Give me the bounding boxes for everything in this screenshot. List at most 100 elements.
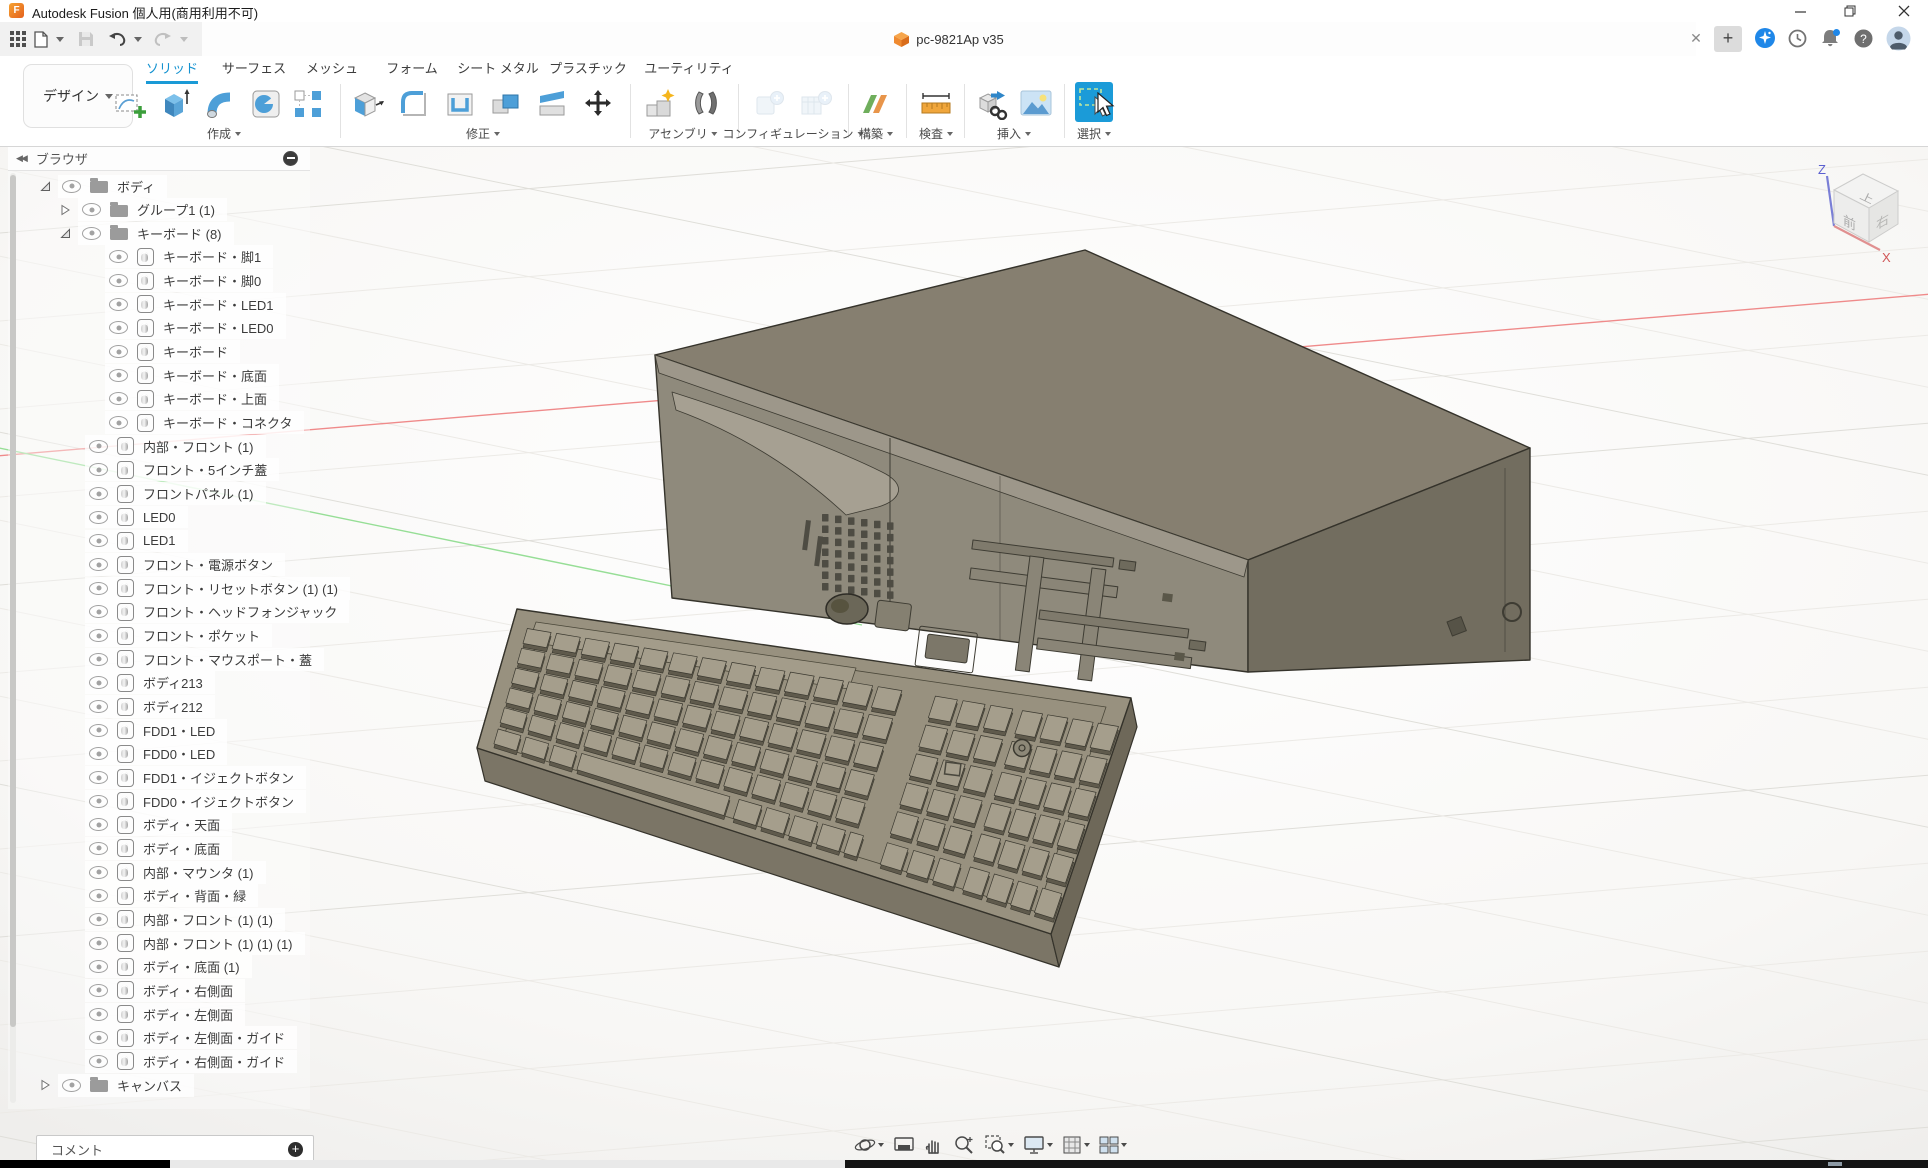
visibility-eye-icon[interactable] bbox=[109, 274, 128, 287]
tab-mesh[interactable]: メッシュ bbox=[306, 58, 358, 80]
collapse-panel-icon[interactable]: ◀◀ bbox=[16, 153, 26, 164]
visibility-eye-icon[interactable] bbox=[89, 534, 108, 547]
visibility-eye-icon[interactable] bbox=[109, 345, 128, 358]
browser-tree-row[interactable]: キーボード・LED1 bbox=[105, 292, 286, 316]
collapsed-arrow-icon[interactable] bbox=[38, 1079, 53, 1091]
browser-tree-row[interactable]: ボディ・右側面・ガイド bbox=[85, 1049, 297, 1073]
pattern-icon[interactable] bbox=[289, 84, 327, 124]
browser-tree-row[interactable]: キーボード・コネクタ bbox=[105, 411, 304, 435]
close-button[interactable] bbox=[1882, 0, 1926, 22]
tab-close-icon[interactable]: ✕ bbox=[1686, 28, 1706, 48]
browser-tree-row[interactable]: FDD0・イジェクトボタン bbox=[85, 789, 306, 813]
ribbon-group-insert[interactable]: 挿入 bbox=[997, 125, 1031, 142]
browser-tree-row[interactable]: キーボード・上面 bbox=[105, 387, 279, 411]
visibility-eye-icon[interactable] bbox=[89, 937, 108, 950]
ribbon-group-inspect[interactable]: 検査 bbox=[919, 125, 953, 142]
redo-icon[interactable] bbox=[154, 32, 172, 46]
visibility-eye-icon[interactable] bbox=[89, 724, 108, 737]
browser-tree-row[interactable]: ボディ・背面・緑 bbox=[85, 884, 258, 908]
tab-sheet-metal[interactable]: シート メタル bbox=[457, 58, 539, 80]
construction-plane-icon[interactable] bbox=[857, 84, 895, 124]
display-settings-button[interactable] bbox=[1021, 1133, 1055, 1157]
visibility-eye-icon[interactable] bbox=[89, 1055, 108, 1068]
visibility-eye-icon[interactable] bbox=[89, 818, 108, 831]
new-component-icon[interactable] bbox=[641, 84, 679, 124]
visibility-eye-icon[interactable] bbox=[89, 795, 108, 808]
visibility-eye-icon[interactable] bbox=[109, 321, 128, 334]
restore-button[interactable] bbox=[1828, 0, 1872, 22]
browser-tree-row[interactable]: ボディ・左側面 bbox=[85, 1002, 245, 1026]
browser-tree-row[interactable]: フロント・リセットボタン (1) (1) bbox=[85, 576, 350, 600]
tab-utilities[interactable]: ユーティリティ bbox=[644, 58, 733, 80]
visibility-eye-icon[interactable] bbox=[89, 511, 108, 524]
visibility-eye-icon[interactable] bbox=[89, 582, 108, 595]
ribbon-group-assemble[interactable]: アセンブリ bbox=[648, 125, 717, 142]
visibility-eye-icon[interactable] bbox=[89, 629, 108, 642]
tab-plastic[interactable]: プラスチック bbox=[549, 58, 627, 80]
browser-tree-row[interactable]: ボディ・右側面 bbox=[85, 978, 245, 1002]
visibility-eye-icon[interactable] bbox=[89, 747, 108, 760]
visibility-eye-icon[interactable] bbox=[82, 227, 101, 240]
joint-icon[interactable] bbox=[687, 84, 725, 124]
visibility-eye-icon[interactable] bbox=[89, 984, 108, 997]
browser-tree-row[interactable]: フロントパネル (1) bbox=[85, 482, 266, 506]
ai-sparkle-icon[interactable] bbox=[1754, 27, 1776, 54]
browser-tree-row[interactable]: キーボード・脚1 bbox=[105, 245, 273, 269]
browser-tree-row[interactable]: フロント・ヘッドフォンジャック bbox=[85, 600, 349, 624]
save-icon[interactable] bbox=[78, 31, 94, 47]
combine-icon[interactable] bbox=[487, 84, 525, 124]
browser-scrollbar[interactable] bbox=[10, 173, 16, 1103]
visibility-eye-icon[interactable] bbox=[89, 676, 108, 689]
zoom-button[interactable] bbox=[951, 1132, 977, 1158]
visibility-eye-icon[interactable] bbox=[89, 653, 108, 666]
file-menu-icon[interactable] bbox=[34, 31, 48, 48]
collapsed-arrow-icon[interactable] bbox=[58, 204, 73, 216]
visibility-eye-icon[interactable] bbox=[89, 913, 108, 926]
browser-tree-row[interactable]: フロント・電源ボタン bbox=[85, 553, 285, 577]
orbit-button[interactable] bbox=[852, 1132, 886, 1158]
visibility-eye-icon[interactable] bbox=[89, 558, 108, 571]
grid-snap-button[interactable] bbox=[1060, 1133, 1092, 1157]
visibility-eye-icon[interactable] bbox=[89, 889, 108, 902]
windows-taskbar[interactable] bbox=[0, 1160, 1928, 1168]
extrude-icon[interactable] bbox=[157, 84, 195, 124]
visibility-eye-icon[interactable] bbox=[109, 416, 128, 429]
notification-bell-icon[interactable] bbox=[1820, 28, 1842, 53]
browser-tree-row[interactable]: キャンバス bbox=[38, 1073, 194, 1097]
visibility-eye-icon[interactable] bbox=[89, 487, 108, 500]
collapse-all-icon[interactable] bbox=[283, 151, 298, 166]
ribbon-group-select[interactable]: 選択 bbox=[1077, 125, 1111, 142]
decal-image-icon[interactable] bbox=[1017, 84, 1055, 124]
visibility-eye-icon[interactable] bbox=[89, 463, 108, 476]
press-pull-icon[interactable] bbox=[349, 84, 387, 124]
ribbon-group-modify[interactable]: 修正 bbox=[466, 125, 500, 142]
browser-tree-row[interactable]: ボディ bbox=[38, 174, 167, 198]
new-tab-button[interactable]: + bbox=[1714, 26, 1742, 52]
tab-solid[interactable]: ソリッド bbox=[146, 58, 198, 84]
zoom-window-button[interactable] bbox=[982, 1132, 1016, 1158]
ribbon-group-configuration[interactable]: コンフィギュレーション bbox=[723, 125, 864, 142]
browser-tree-row[interactable]: キーボード・脚0 bbox=[105, 269, 273, 293]
tab-surface[interactable]: サーフェス bbox=[222, 58, 286, 80]
measure-icon[interactable] bbox=[917, 84, 955, 124]
sweep-icon[interactable] bbox=[203, 84, 241, 124]
visibility-eye-icon[interactable] bbox=[89, 700, 108, 713]
browser-tree-row[interactable]: FDD0・LED bbox=[85, 742, 227, 766]
browser-tree-row[interactable]: グループ1 (1) bbox=[58, 198, 227, 222]
help-icon[interactable]: ? bbox=[1854, 29, 1873, 53]
visibility-eye-icon[interactable] bbox=[62, 1079, 81, 1092]
visibility-eye-icon[interactable] bbox=[89, 771, 108, 784]
ribbon-group-create[interactable]: 作成 bbox=[207, 125, 241, 142]
visibility-eye-icon[interactable] bbox=[89, 842, 108, 855]
browser-tree-row[interactable]: LED0 bbox=[85, 505, 188, 529]
visibility-eye-icon[interactable] bbox=[109, 369, 128, 382]
browser-tree-row[interactable]: キーボード bbox=[105, 340, 240, 364]
browser-tree-row[interactable]: キーボード・底面 bbox=[105, 363, 279, 387]
browser-tree-row[interactable]: フロント・マウスポート・蓋 bbox=[85, 647, 324, 671]
browser-tree-row[interactable]: LED1 bbox=[85, 529, 188, 553]
taskbar-window-segment[interactable] bbox=[170, 1160, 845, 1168]
browser-tree-row[interactable]: ボディ・天面 bbox=[85, 813, 232, 837]
move-copy-icon[interactable] bbox=[579, 84, 617, 124]
visibility-eye-icon[interactable] bbox=[109, 298, 128, 311]
look-at-button[interactable] bbox=[891, 1133, 917, 1157]
